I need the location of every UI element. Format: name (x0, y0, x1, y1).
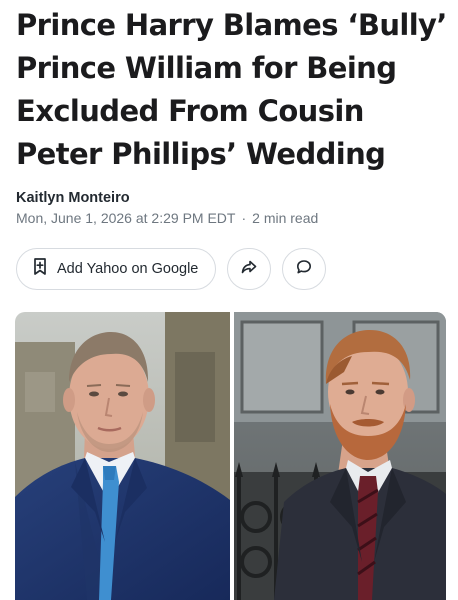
author-name[interactable]: Kaitlyn Monteiro (16, 190, 130, 206)
add-yahoo-on-google-button[interactable]: Add Yahoo on Google (16, 248, 217, 290)
headline-line: Peter Phillips’ Wedding (16, 137, 386, 171)
photo-prince-harry[interactable] (234, 312, 446, 600)
meta-separator: · (241, 210, 247, 226)
photo-prince-william[interactable] (15, 312, 230, 600)
headline-line: Excluded From Cousin (16, 94, 364, 128)
article-meta: Mon, June 1, 2026 at 2:29 PM EDT · 2 min r… (16, 210, 318, 226)
add-yahoo-on-google-label: Add Yahoo on Google (57, 261, 199, 277)
read-time: 2 min read (252, 210, 319, 226)
article-actions: Add Yahoo on Google (16, 247, 327, 291)
article-headline: Prince Harry Blames ‘Bully’ Prince Willi… (16, 4, 447, 176)
headline-line: Prince William for Being (16, 51, 397, 85)
comment-button[interactable] (282, 248, 327, 290)
article: Prince Harry Blames ‘Bully’ Prince Willi… (0, 0, 458, 600)
share-arrow-icon (241, 260, 257, 279)
headline-line: Prince Harry Blames ‘Bully’ (16, 8, 447, 42)
publish-date: Mon, June 1, 2026 at 2:29 PM EDT (16, 210, 236, 226)
comment-bubble-icon (296, 259, 312, 280)
add-bookmark-icon (33, 258, 47, 280)
share-button[interactable] (227, 248, 272, 290)
